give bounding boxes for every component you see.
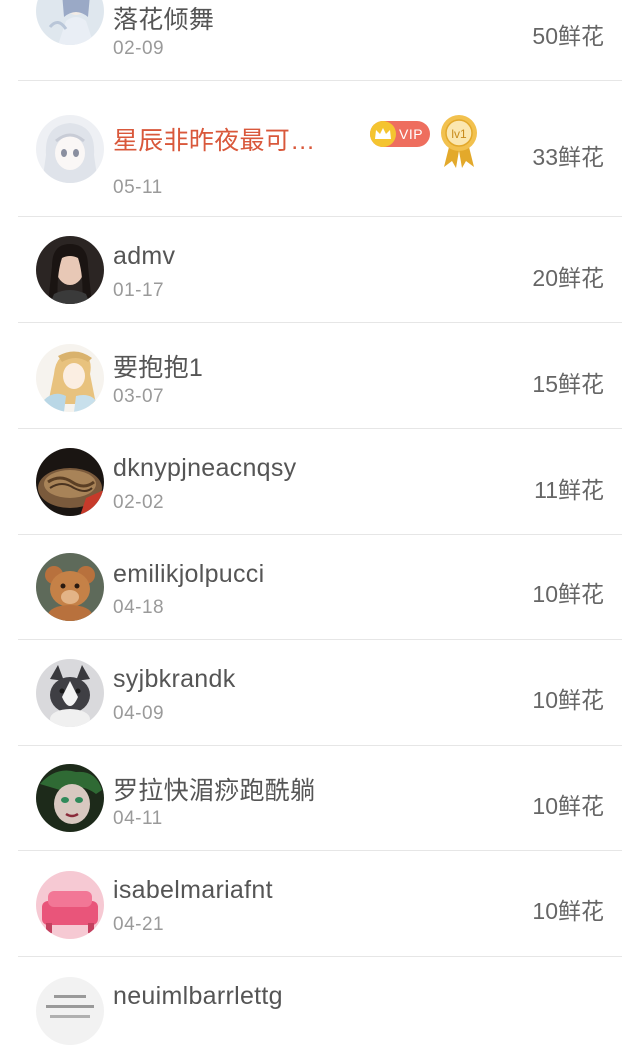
username: 星辰非昨夜最可… <box>113 127 316 155</box>
date: 04-09 <box>113 703 165 724</box>
flower-count: 20鲜花 <box>532 265 604 291</box>
list-item[interactable]: dknypjneacnqsy 02-02 11鲜花 <box>0 429 640 535</box>
list-item[interactable]: neuimlbarrlettg <box>0 957 640 1063</box>
date: 01-17 <box>113 280 165 301</box>
avatar <box>36 448 104 516</box>
flower-count: 10鲜花 <box>532 793 604 819</box>
username: syjbkrandk <box>113 665 236 693</box>
username: 罗拉快湄痧跑酰躺 <box>113 777 316 805</box>
username: 落花倾舞 <box>113 6 215 34</box>
list-item[interactable]: syjbkrandk 04-09 10鲜花 <box>0 640 640 746</box>
list-item[interactable]: emilikjolpucci 04-18 10鲜花 <box>0 535 640 640</box>
username: dknypjneacnqsy <box>113 454 297 482</box>
flower-count: 15鲜花 <box>532 371 604 397</box>
avatar <box>36 553 104 621</box>
flower-count: 50鲜花 <box>532 23 604 49</box>
list-item[interactable]: 落花倾舞 02-09 50鲜花 <box>0 0 640 81</box>
list-item[interactable]: 要抱抱1 03-07 15鲜花 <box>0 323 640 429</box>
avatar <box>36 115 104 183</box>
date: 02-02 <box>113 492 165 513</box>
vip-badge: VIP <box>370 121 430 147</box>
username: isabelmariafnt <box>113 876 273 904</box>
avatar <box>36 0 104 45</box>
username: emilikjolpucci <box>113 560 265 588</box>
date: 04-21 <box>113 914 165 935</box>
level-medal-icon: lv1 <box>438 113 480 169</box>
username: neuimlbarrlettg <box>113 982 283 1010</box>
list-item[interactable]: admv 01-17 20鲜花 <box>0 217 640 323</box>
avatar <box>36 659 104 727</box>
date: 04-11 <box>113 808 163 829</box>
date: 03-07 <box>113 386 165 407</box>
avatar <box>36 236 104 304</box>
avatar <box>36 977 104 1045</box>
date: 02-09 <box>113 38 165 59</box>
level-label: lv1 <box>451 127 467 141</box>
username: 要抱抱1 <box>113 354 204 382</box>
avatar <box>36 871 104 939</box>
crown-icon <box>370 121 396 147</box>
flower-count: 33鲜花 <box>532 144 604 170</box>
flower-count: 10鲜花 <box>532 687 604 713</box>
flower-count: 10鲜花 <box>532 898 604 924</box>
date: 04-18 <box>113 597 165 618</box>
flower-count: 11鲜花 <box>534 477 604 503</box>
avatar <box>36 764 104 832</box>
flower-count: 10鲜花 <box>532 581 604 607</box>
username: admv <box>113 242 176 270</box>
date: 05-11 <box>113 177 163 198</box>
vip-label: VIP <box>399 126 424 142</box>
list-item[interactable]: 罗拉快湄痧跑酰躺 04-11 10鲜花 <box>0 746 640 851</box>
list-item[interactable]: 星辰非昨夜最可… 05-11 33鲜花 <box>0 81 640 217</box>
avatar <box>36 344 104 412</box>
list-item[interactable]: isabelmariafnt 04-21 10鲜花 <box>0 851 640 957</box>
